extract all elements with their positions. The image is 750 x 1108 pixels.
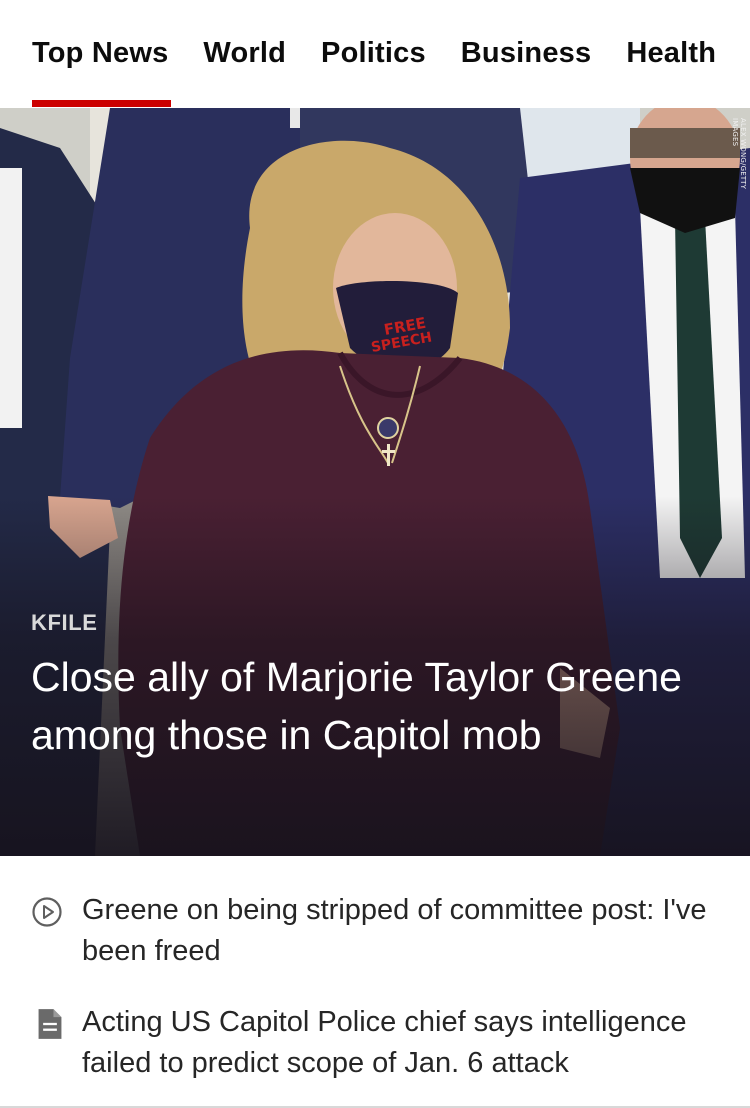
section-tabs: Top News World Politics Business Health … — [32, 37, 750, 70]
tab-world[interactable]: World — [203, 37, 286, 70]
story-headline[interactable]: Acting US Capitol Police chief says inte… — [82, 1002, 712, 1084]
tab-top-news[interactable]: Top News — [32, 37, 168, 70]
tab-business[interactable]: Business — [461, 37, 592, 70]
play-circle-icon — [32, 897, 62, 927]
related-stories-list: Greene on being stripped of committee po… — [0, 856, 750, 1108]
tab-health[interactable]: Health — [626, 37, 716, 70]
hero-headline[interactable]: Close ally of Marjorie Taylor Greene amo… — [31, 648, 691, 764]
active-tab-indicator — [32, 100, 171, 107]
article-icon — [38, 1009, 62, 1039]
tab-politics[interactable]: Politics — [321, 37, 426, 70]
story-item-article[interactable]: Acting US Capitol Police chief says inte… — [0, 1002, 750, 1108]
story-item-video[interactable]: Greene on being stripped of committee po… — [0, 890, 750, 980]
story-headline[interactable]: Greene on being stripped of committee po… — [82, 890, 712, 972]
hero-kicker: KFILE — [31, 610, 98, 635]
hero-story[interactable]: FREE SPEECH ALEX WONG/GETTY IMAGES KFILE… — [0, 108, 750, 856]
section-nav-bar: Top News World Politics Business Health … — [0, 0, 750, 108]
photo-credit: ALEX WONG/GETTY IMAGES — [731, 118, 747, 190]
